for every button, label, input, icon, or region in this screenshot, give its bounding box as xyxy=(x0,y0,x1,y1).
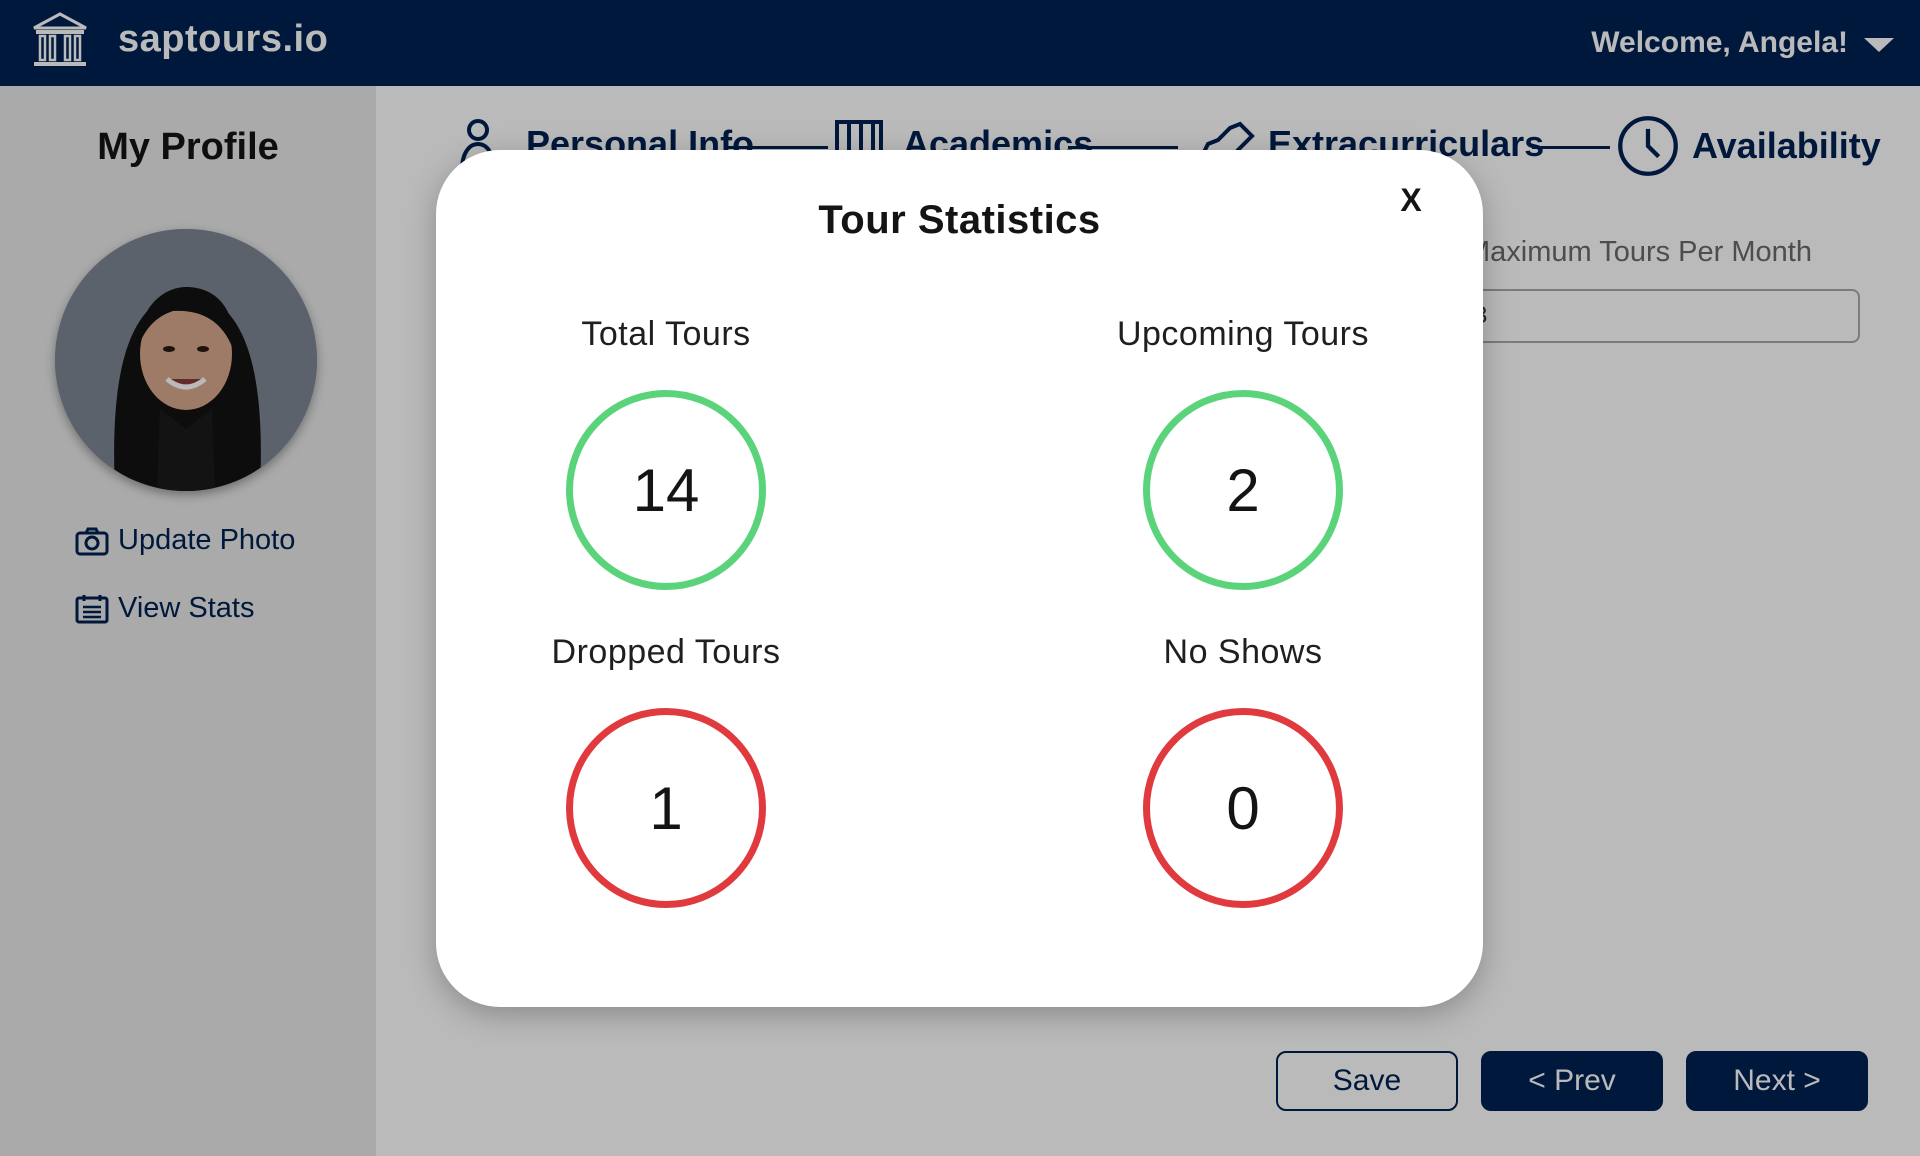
stat-ring: 2 xyxy=(1143,390,1343,590)
stat-label: Upcoming Tours xyxy=(1116,315,1370,353)
stat-dropped-tours: Dropped Tours 1 xyxy=(456,633,876,908)
stat-ring: 1 xyxy=(566,708,766,908)
stat-no-shows: No Shows 0 xyxy=(1033,633,1453,908)
stat-upcoming-tours: Upcoming Tours 2 xyxy=(1033,315,1453,590)
stat-label: No Shows xyxy=(1163,633,1323,671)
stat-label: Dropped Tours xyxy=(551,633,781,671)
stat-label: Total Tours xyxy=(581,315,751,353)
modal-title: Tour Statistics xyxy=(818,198,1101,242)
stat-ring: 14 xyxy=(566,390,766,590)
close-button[interactable]: X xyxy=(1391,180,1431,220)
tour-statistics-modal: Tour Statistics X Total Tours 14 Upcomin… xyxy=(436,150,1483,1007)
stat-total-tours: Total Tours 14 xyxy=(456,315,876,590)
stat-ring: 0 xyxy=(1143,708,1343,908)
